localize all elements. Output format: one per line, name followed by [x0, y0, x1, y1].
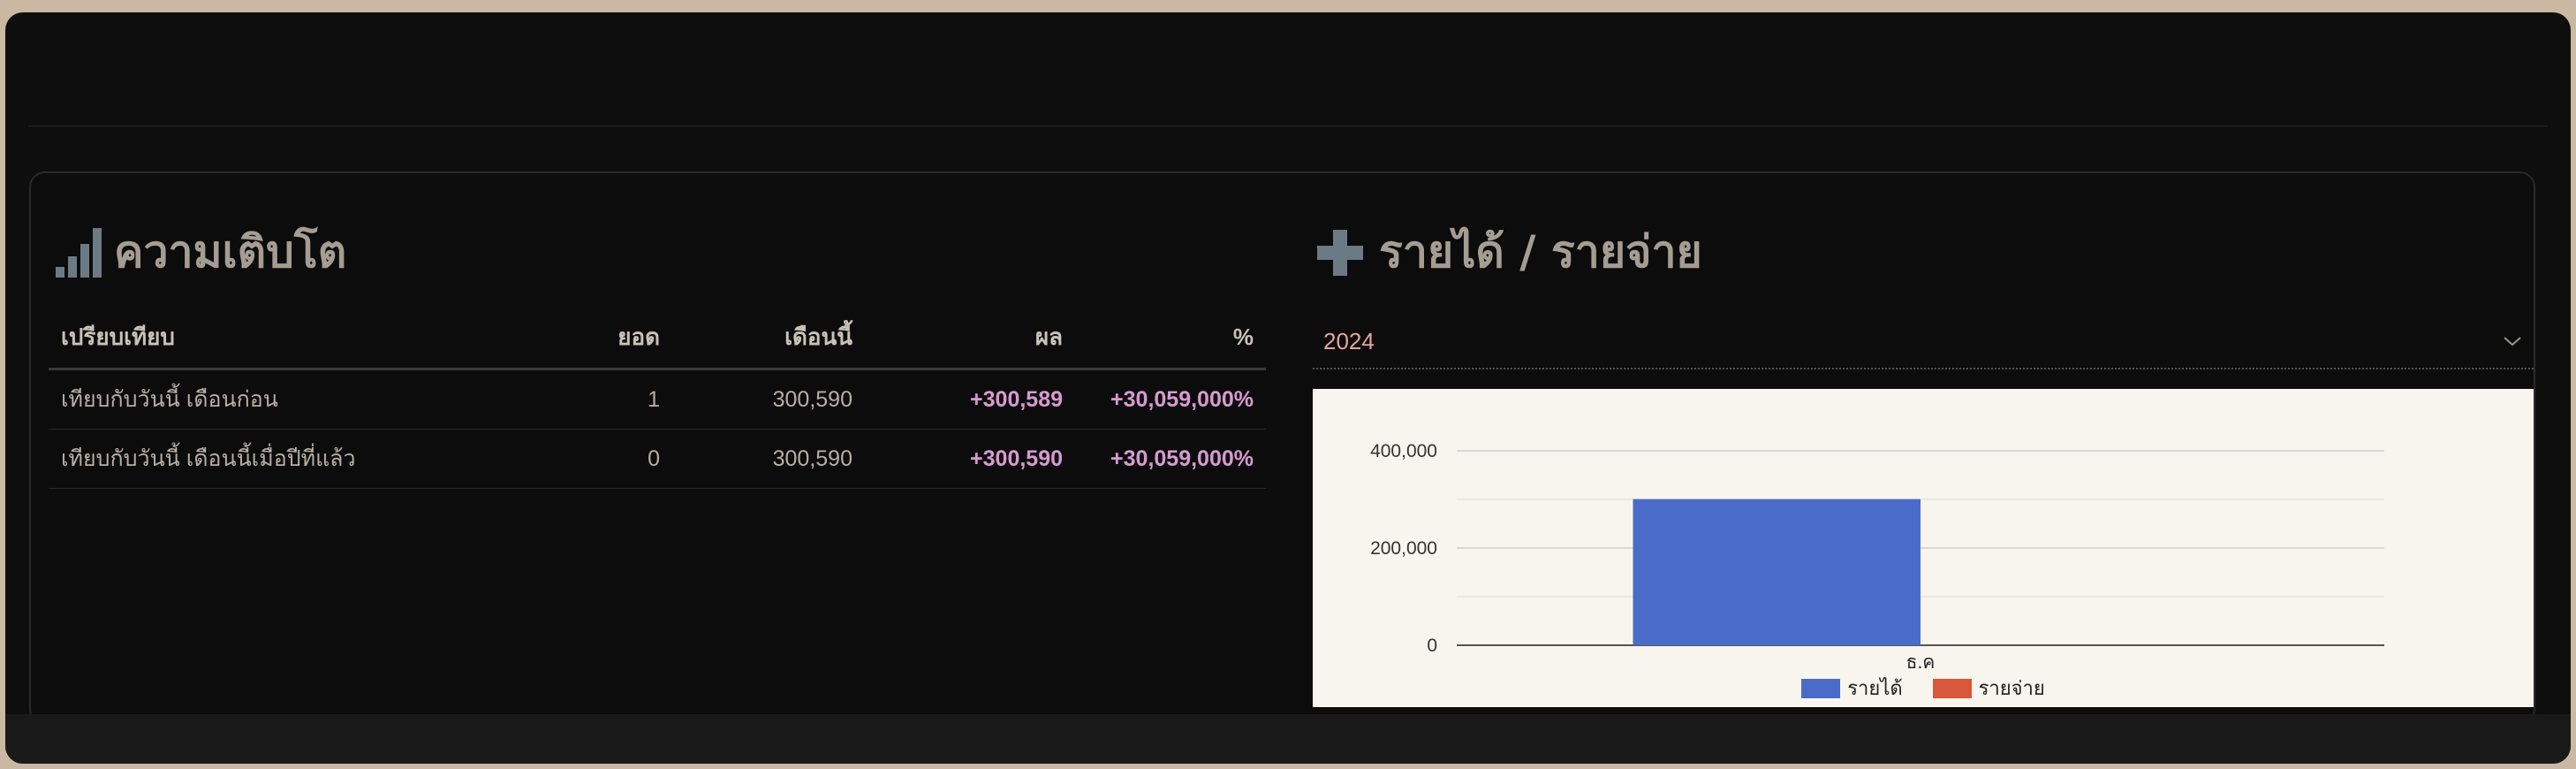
- income-expense-chart: 0 200,000 400,000 ธ.ค รายได้ รายจ่าย: [1313, 389, 2534, 707]
- col-this-month: เดือนนี้: [672, 306, 865, 370]
- y-tick-label: 200,000: [1370, 538, 1437, 559]
- income-expense-title-text: รายได้ / รายจ่าย: [1379, 226, 1702, 278]
- cell-compare: เทียบกับวันนี้ เดือนก่อน: [49, 369, 515, 430]
- legend-swatch-expense: [1932, 678, 1972, 698]
- cell-compare: เทียบกับวันนี้ เดือนนี้เมื่อปีที่แล้ว: [49, 429, 515, 489]
- growth-title: ความเติบโต: [56, 217, 346, 287]
- income-expense-title: รายได้ / รายจ่าย: [1317, 217, 1702, 287]
- legend-label-income: รายได้: [1847, 677, 1903, 699]
- legend-label-expense: รายจ่าย: [1978, 677, 2045, 699]
- dashboard-panel: ความเติบโต เปรียบเทียบ ยอด เดือนนี้ ผล %…: [29, 171, 2535, 725]
- cell-result: +300,589: [865, 369, 1075, 430]
- cell-percent: +30,059,000%: [1075, 429, 1266, 489]
- col-amount: ยอด: [515, 306, 672, 370]
- cell-this-month: 300,590: [672, 369, 865, 430]
- col-percent: %: [1075, 306, 1266, 370]
- app-window: ความเติบโต เปรียบเทียบ ยอด เดือนนี้ ผล %…: [5, 12, 2571, 764]
- chart-legend: รายได้ รายจ่าย: [1313, 673, 2534, 704]
- bar-chart-icon: [56, 227, 102, 278]
- table-row: เทียบกับวันนี้ เดือนนี้เมื่อปีที่แล้ว 0 …: [49, 429, 1266, 489]
- x-tick-label: ธ.ค: [1906, 652, 1936, 673]
- year-select-value: 2024: [1323, 327, 1375, 354]
- chart-canvas: 0 200,000 400,000 ธ.ค: [1370, 441, 2384, 673]
- legend-swatch-income: [1801, 678, 1841, 698]
- growth-title-text: ความเติบโต: [114, 226, 347, 278]
- cell-this-month: 300,590: [672, 429, 865, 489]
- plus-icon: [1317, 229, 1363, 276]
- col-compare: เปรียบเทียบ: [49, 306, 515, 370]
- y-tick-label: 0: [1427, 636, 1437, 656]
- footer-bar: [5, 714, 2571, 764]
- year-select[interactable]: 2024: [1313, 315, 2534, 369]
- cell-result: +300,590: [865, 429, 1075, 489]
- legend-item-expense[interactable]: รายจ่าย: [1932, 673, 2045, 704]
- col-result: ผล: [865, 306, 1075, 370]
- chevron-down-icon: [2504, 337, 2521, 346]
- table-row: เทียบกับวันนี้ เดือนก่อน 1 300,590 +300,…: [49, 369, 1266, 430]
- cell-amount: 1: [515, 369, 672, 430]
- cell-percent: +30,059,000%: [1075, 369, 1266, 430]
- cell-amount: 0: [515, 429, 672, 489]
- table-header-row: เปรียบเทียบ ยอด เดือนนี้ ผล %: [49, 306, 1266, 370]
- y-tick-label: 400,000: [1370, 441, 1437, 461]
- legend-item-income[interactable]: รายได้: [1801, 673, 1903, 704]
- bar-income: [1633, 499, 1921, 645]
- growth-table: เปรียบเทียบ ยอด เดือนนี้ ผล % เทียบกับวั…: [49, 306, 1266, 489]
